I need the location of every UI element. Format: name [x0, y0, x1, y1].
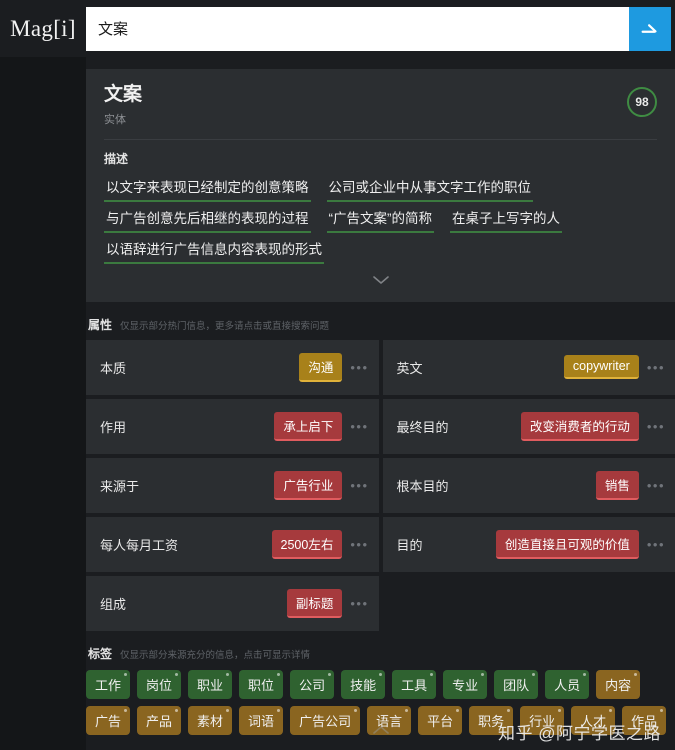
- tag-item[interactable]: 工作: [86, 669, 131, 699]
- attribute-key: 作用: [100, 419, 127, 435]
- attributes-block: 属性 仅显示部分热门信息，更多请点击或直接搜索问题 本质 沟通 ••• 英文 c…: [86, 316, 675, 631]
- attributes-hint: 仅显示部分热门信息，更多请点击或直接搜索问题: [120, 320, 330, 332]
- attributes-header: 属性 仅显示部分热门信息，更多请点击或直接搜索问题: [86, 316, 675, 333]
- description-item[interactable]: 以文字来表现已经制定的创意策略: [104, 177, 311, 202]
- attribute-value[interactable]: 广告行业: [274, 470, 343, 500]
- attribute-key: 本质: [100, 360, 127, 376]
- tag-item[interactable]: 职位: [239, 669, 284, 699]
- tag-item[interactable]: 技能: [341, 669, 386, 699]
- description-item[interactable]: 与广告创意先后相继的表现的过程: [104, 208, 311, 233]
- ellipsis-icon[interactable]: •••: [647, 360, 665, 375]
- ellipsis-icon[interactable]: •••: [350, 419, 368, 434]
- attribute-row[interactable]: 每人每月工资 2500左右 •••: [86, 516, 379, 572]
- attribute-key: 组成: [100, 596, 127, 612]
- attribute-row[interactable]: 最终目的 改变消费者的行动 •••: [382, 398, 675, 454]
- tag-item[interactable]: 公司: [290, 669, 335, 699]
- top-search-bar: Mag[i]: [0, 0, 675, 57]
- search-input[interactable]: [86, 6, 629, 51]
- attribute-key: 最终目的: [396, 419, 449, 435]
- attribute-row[interactable]: 组成 副标题 •••: [86, 575, 379, 631]
- entity-title: 文案: [104, 84, 143, 105]
- attribute-row[interactable]: 目的 创造直接且可观的价值 •••: [382, 516, 675, 572]
- entity-content: 文案 实体 98 描述 以文字来表现已经制定的创意策略 公司或企业中从事文字工作…: [86, 57, 675, 735]
- search-box: [86, 6, 671, 51]
- attribute-row[interactable]: 本质 沟通 •••: [86, 339, 379, 395]
- attribute-value[interactable]: copywriter: [563, 355, 639, 380]
- tag-item[interactable]: 专业: [443, 669, 488, 699]
- attribute-key: 英文: [396, 360, 423, 376]
- entity-subtitle: 实体: [104, 113, 126, 126]
- tag-item[interactable]: 职业: [188, 669, 233, 699]
- tags-collapse-button[interactable]: [86, 712, 675, 740]
- tag-item[interactable]: 工具: [392, 669, 437, 699]
- attribute-key: 每人每月工资: [100, 537, 179, 553]
- attributes-title: 属性: [88, 317, 113, 332]
- ellipsis-icon[interactable]: •••: [350, 478, 368, 493]
- card-divider: [104, 138, 657, 140]
- ellipsis-icon[interactable]: •••: [647, 419, 665, 434]
- attribute-row[interactable]: 英文 copywriter •••: [382, 339, 675, 395]
- attribute-value[interactable]: 沟通: [299, 352, 343, 382]
- search-submit-button[interactable]: [629, 6, 671, 51]
- attribute-key: 目的: [396, 537, 423, 553]
- attribute-value[interactable]: 销售: [595, 470, 639, 500]
- tag-item[interactable]: 岗位: [137, 669, 182, 699]
- entity-header: 文案 实体 98: [104, 83, 657, 127]
- description-list: 以文字来表现已经制定的创意策略 公司或企业中从事文字工作的职位 与广告创意先后相…: [104, 177, 657, 264]
- description-item[interactable]: “广告文案”的简称: [326, 208, 434, 233]
- tag-item[interactable]: 团队: [494, 669, 539, 699]
- ellipsis-icon[interactable]: •••: [647, 478, 665, 493]
- attribute-value[interactable]: 改变消费者的行动: [520, 411, 639, 441]
- magi-entity-page: Mag[i] 文案 实体 98: [0, 0, 675, 750]
- attribute-row[interactable]: 根本目的 销售 •••: [382, 457, 675, 513]
- app-logo[interactable]: Mag[i]: [0, 16, 86, 42]
- ellipsis-icon[interactable]: •••: [350, 360, 368, 375]
- chevron-down-icon: [372, 272, 390, 289]
- description-label: 描述: [104, 151, 129, 166]
- attribute-value[interactable]: 创造直接且可观的价值: [495, 529, 639, 559]
- tag-item[interactable]: 人员: [545, 669, 590, 699]
- description-expand-button[interactable]: [104, 264, 657, 294]
- attribute-value[interactable]: 承上启下: [274, 411, 343, 441]
- description-item[interactable]: 以语辞进行广告信息内容表现的形式: [104, 239, 324, 264]
- attribute-key: 根本目的: [396, 478, 449, 494]
- tags-header: 标签 仅显示部分来源充分的信息，点击可显示详情: [86, 645, 675, 662]
- description-item[interactable]: 公司或企业中从事文字工作的职位: [326, 177, 533, 202]
- entity-score-badge: 98: [627, 87, 657, 117]
- left-rail: [0, 57, 86, 735]
- tag-item[interactable]: 内容: [596, 669, 641, 699]
- ellipsis-icon[interactable]: •••: [350, 537, 368, 552]
- tags-hint: 仅显示部分来源充分的信息，点击可显示详情: [120, 649, 311, 661]
- description-item[interactable]: 在桌子上写字的人: [450, 208, 562, 233]
- attribute-row[interactable]: 作用 承上启下 •••: [86, 398, 379, 454]
- ellipsis-icon[interactable]: •••: [350, 596, 368, 611]
- attribute-row-empty: [383, 576, 675, 631]
- tags-title: 标签: [88, 646, 113, 661]
- entity-title-group: 文案 实体: [104, 83, 142, 127]
- attribute-row[interactable]: 来源于 广告行业 •••: [86, 457, 379, 513]
- entity-card: 文案 实体 98 描述 以文字来表现已经制定的创意策略 公司或企业中从事文字工作…: [86, 69, 675, 302]
- ellipsis-icon[interactable]: •••: [647, 537, 665, 552]
- attribute-value[interactable]: 2500左右: [271, 529, 343, 559]
- chevron-up-icon: [372, 722, 390, 739]
- attribute-key: 来源于: [100, 478, 140, 494]
- attributes-grid: 本质 沟通 ••• 英文 copywriter ••• 作用 承上启下 •••: [86, 339, 675, 631]
- footer-rail: [0, 735, 86, 750]
- send-arrow-icon: [639, 18, 661, 40]
- attribute-value[interactable]: 副标题: [286, 588, 343, 618]
